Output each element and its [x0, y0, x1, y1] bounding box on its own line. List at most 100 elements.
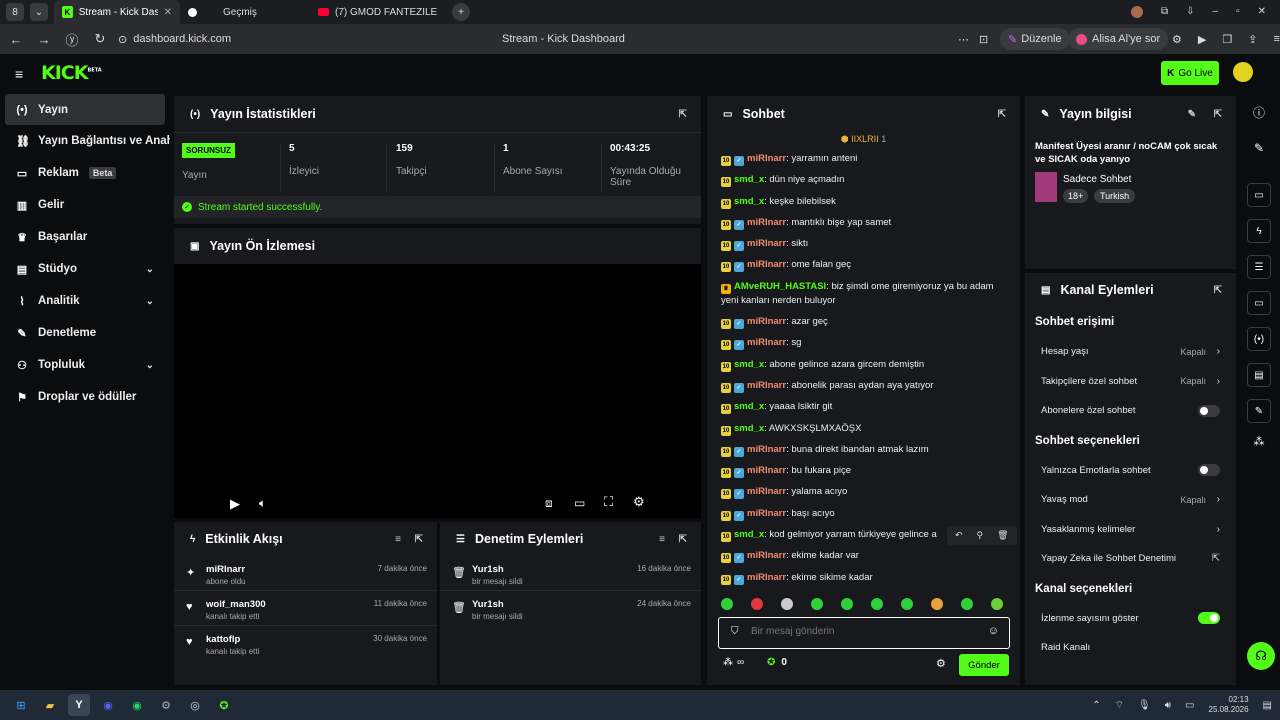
popout-icon[interactable]: ⇱	[998, 109, 1006, 120]
tab-kick[interactable]: K Stream - Kick Dashboard ✕	[54, 0, 180, 24]
sidebar-item-gelir[interactable]: ▥ Gelir	[0, 189, 170, 221]
settings-icon[interactable]: ⚙	[633, 494, 645, 510]
profile-icon[interactable]: 8	[6, 3, 24, 21]
setting-row[interactable]: Yavaş mod Kapalı ›	[1025, 485, 1236, 515]
chat-input[interactable]	[751, 626, 971, 637]
windows-start-icon[interactable]: ⊞	[10, 694, 32, 716]
sidebar-item-basarilar[interactable]: ♛ Başarılar	[0, 221, 170, 253]
toggle-switch[interactable]	[1198, 404, 1220, 417]
tab-youtube[interactable]: (7) GMOD FANTEZİLERİ 2	[310, 0, 446, 24]
alisa-button[interactable]: Alisa Al'ye sor	[1068, 28, 1169, 50]
chat-username[interactable]: miRInarr	[747, 153, 786, 164]
url-field[interactable]: dashboard.kick.com	[133, 33, 231, 45]
chat-settings-icon[interactable]: ⚙	[936, 657, 946, 670]
pinned-user[interactable]: ⬢ IIXLRII 1	[707, 134, 1020, 148]
obs-icon[interactable]: ◎	[184, 694, 206, 716]
emote-icon[interactable]	[721, 598, 733, 610]
chat-username[interactable]: smd_x	[734, 174, 764, 185]
setting-row[interactable]: Hesap yaşı Kapalı ›	[1025, 337, 1236, 367]
chat-username[interactable]: miRInarr	[747, 380, 786, 391]
kick-logo[interactable]: KICKBETA	[41, 62, 102, 84]
channel-points[interactable]: ⁂ ∞	[723, 657, 744, 668]
edit-icon[interactable]: ✎	[1242, 141, 1276, 155]
pin-icon[interactable]: ⚲	[977, 530, 984, 541]
setting-row[interactable]: Raid Kanalı	[1025, 633, 1236, 663]
popout-icon[interactable]: ⇱	[1214, 285, 1222, 296]
emote-icon[interactable]	[991, 598, 1003, 610]
collections-icon[interactable]: ❒	[1222, 33, 1232, 46]
filter-icon[interactable]: ≡	[659, 534, 665, 545]
network-icon[interactable]: ⌔	[1115, 699, 1124, 712]
sidebar-item-yayin[interactable]: (•) Yayın	[5, 94, 165, 125]
chat-username[interactable]: miRInarr	[747, 465, 786, 476]
share-icon[interactable]: ⇪	[1248, 33, 1257, 46]
chat-username[interactable]: miRInarr	[747, 259, 786, 270]
restore-icon[interactable]: ▫	[1236, 6, 1240, 18]
chat-username[interactable]: smd_x	[734, 401, 764, 412]
setting-row[interactable]: Takipçilere özel sohbet Kapalı ›	[1025, 367, 1236, 397]
lightning-icon[interactable]: ϟ	[1247, 219, 1271, 243]
emoji-icon[interactable]: ☺	[988, 625, 999, 637]
site-info-icon[interactable]: ⊙	[118, 33, 127, 46]
info-icon[interactable]: ⓘ	[1242, 104, 1276, 121]
card-icon[interactable]: ▭	[1247, 183, 1271, 207]
server-icon[interactable]: ▤	[1247, 363, 1271, 387]
duzenle-button[interactable]: ✎ Düzenle	[1000, 28, 1070, 50]
more-icon[interactable]: ⋯	[958, 33, 969, 46]
emote-icon[interactable]	[961, 598, 973, 610]
sidebar-item-studyo[interactable]: ▤ Stüdyo ⌄	[0, 253, 170, 285]
pip-icon[interactable]: ⧈	[545, 496, 553, 511]
chat-username[interactable]: miRInarr	[747, 486, 786, 497]
support-button[interactable]: ☊	[1247, 642, 1275, 670]
category-name[interactable]: Sadece Sohbet	[1063, 174, 1131, 185]
chat-username[interactable]: miRInarr	[747, 337, 786, 348]
edit-icon[interactable]: ✎	[1188, 109, 1196, 120]
chat-icon[interactable]: ▭	[1247, 291, 1271, 315]
discord-icon[interactable]: ◉	[97, 694, 119, 716]
yandex-icon[interactable]: ⓨ	[58, 30, 86, 49]
emote-icon[interactable]	[811, 598, 823, 610]
popout-icon[interactable]: ⇱	[679, 534, 687, 545]
setting-row[interactable]: İzlenme sayısını göster	[1025, 604, 1236, 634]
media-icon[interactable]: ▶	[1198, 33, 1206, 46]
chat-username[interactable]: smd_x	[734, 423, 764, 434]
kick-app-icon[interactable]: ✪	[213, 694, 235, 716]
tabs-icon[interactable]: ⧉	[1161, 6, 1168, 18]
new-tab-button[interactable]: +	[452, 3, 470, 21]
hamburger-icon[interactable]: ≡	[15, 66, 23, 82]
emote-icon[interactable]	[781, 598, 793, 610]
chat-username[interactable]: smd_x	[734, 196, 764, 207]
chat-username[interactable]: miRInarr	[747, 217, 786, 228]
dots-icon[interactable]: ⁂	[1242, 435, 1276, 448]
wrench-icon[interactable]: ✎	[1247, 399, 1271, 423]
steam-icon[interactable]: ⚙	[155, 694, 177, 716]
chat-username[interactable]: miRInarr	[747, 238, 786, 249]
sidebar-item-denetleme[interactable]: ✎ Denetleme	[0, 317, 170, 349]
chat-username[interactable]: miRInarr	[747, 508, 786, 519]
emote-icon[interactable]	[751, 598, 763, 610]
filter-icon[interactable]: ≡	[395, 534, 401, 545]
popout-icon[interactable]: ⇱	[679, 109, 687, 120]
sidebar-item-link[interactable]: ⛓ Yayın Bağlantısı ve Anahtarı	[0, 125, 170, 157]
minimize-icon[interactable]: –	[1213, 6, 1219, 18]
downloads-icon[interactable]: ⇩	[1186, 6, 1194, 18]
folder-icon[interactable]: ▰	[39, 694, 61, 716]
sidebar-item-topluluk[interactable]: ⚇ Topluluk ⌄	[0, 349, 170, 381]
emote-icon[interactable]	[901, 598, 913, 610]
toggle-switch[interactable]	[1198, 612, 1220, 625]
go-live-button[interactable]: K Go Live	[1161, 61, 1219, 85]
extensions-icon[interactable]: ⚙	[1172, 33, 1182, 46]
setting-row[interactable]: Yasaklanmış kelimeler ›	[1025, 515, 1236, 545]
tab-history[interactable]: Geçmiş	[180, 0, 310, 24]
reload-icon[interactable]: ↻	[86, 31, 114, 47]
sidebar-item-droplar[interactable]: ⚑ Droplar ve ödüller	[0, 381, 170, 413]
menu-icon[interactable]: ≡	[1273, 33, 1279, 46]
play-icon[interactable]: ▶	[230, 496, 240, 512]
setting-row[interactable]: Yapay Zeka ile Sohbet Denetimi ⇱	[1025, 544, 1236, 574]
close-tab-icon[interactable]: ✕	[164, 7, 172, 18]
mic-icon[interactable]: 🎙︎	[1138, 700, 1151, 711]
popout-icon[interactable]: ⇱	[415, 534, 423, 545]
theater-icon[interactable]: ▭	[574, 496, 585, 510]
chat-username[interactable]: miRInarr	[747, 444, 786, 455]
chevron-up-icon[interactable]: ⌃	[1092, 700, 1100, 711]
